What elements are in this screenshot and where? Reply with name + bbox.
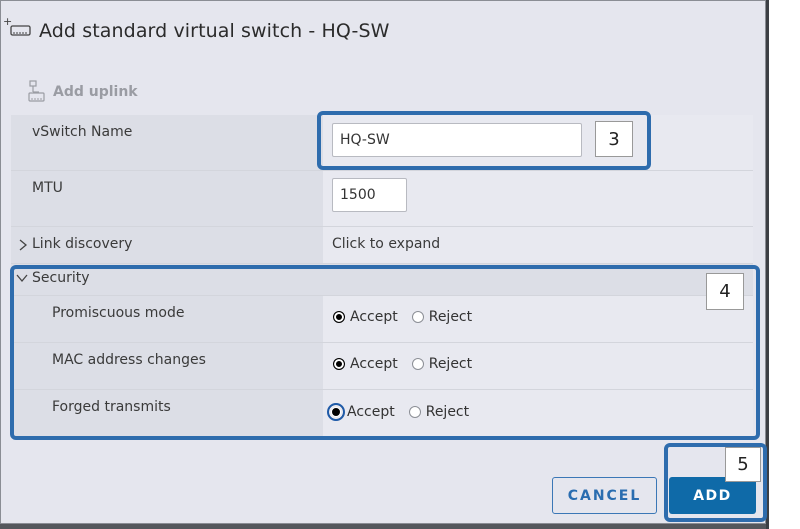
- link-discovery-label[interactable]: Link discovery: [32, 236, 132, 252]
- step-badge-4: 4: [706, 273, 744, 310]
- row-link-discovery[interactable]: Link discovery Click to expand: [11, 227, 753, 264]
- add-uplink-button[interactable]: Add uplink: [27, 79, 138, 105]
- mtu-input[interactable]: [332, 178, 407, 212]
- link-discovery-hint[interactable]: Click to expand: [332, 236, 440, 252]
- vswitch-name-label: vSwitch Name: [32, 124, 133, 140]
- uplink-icon: [28, 80, 45, 102]
- step-badge-3: 3: [595, 121, 633, 157]
- step-badge-5: 5: [725, 447, 761, 482]
- cancel-button[interactable]: CANCEL: [552, 477, 657, 514]
- chevron-right-icon[interactable]: [18, 239, 28, 251]
- add-uplink-label: Add uplink: [53, 84, 138, 100]
- mtu-label: MTU: [32, 180, 63, 196]
- background-edge: [766, 0, 800, 529]
- highlight-box-4: [10, 265, 760, 440]
- virtual-switch-icon: +: [3, 16, 31, 36]
- row-mtu: MTU: [11, 171, 753, 227]
- dialog-title: Add standard virtual switch - HQ-SW: [39, 20, 390, 42]
- add-vswitch-dialog: + Add standard virtual switch - HQ-SW Ad…: [0, 0, 767, 524]
